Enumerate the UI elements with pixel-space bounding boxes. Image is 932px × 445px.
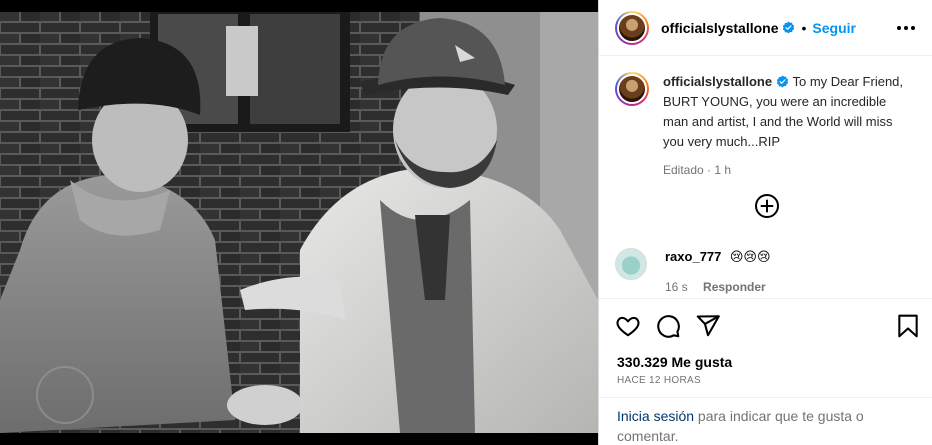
- photo-two-men: [0, 0, 598, 445]
- author-avatar[interactable]: [615, 10, 649, 45]
- post-image[interactable]: [0, 0, 598, 445]
- likes-count[interactable]: 330.329 Me gusta: [617, 354, 732, 370]
- separator-dot: •: [801, 19, 807, 36]
- post-header: officialslystallone • Seguir: [599, 0, 932, 56]
- verified-badge-icon: [782, 21, 795, 34]
- comment-text: 😢😢😢: [729, 249, 771, 264]
- caption-avatar[interactable]: [615, 72, 649, 106]
- post-side-panel: officialslystallone • Seguir officialsly…: [598, 0, 932, 445]
- add-comment-icon[interactable]: [754, 193, 780, 219]
- follow-button[interactable]: Seguir: [812, 20, 856, 36]
- reply-button[interactable]: Responder: [703, 280, 766, 294]
- comment-item: raxo_777 😢😢😢 16 s Responder: [615, 248, 771, 294]
- post-caption: officialslystallone To my Dear Friend, B…: [599, 56, 932, 180]
- commenter-username[interactable]: raxo_777: [665, 249, 721, 264]
- share-icon[interactable]: [695, 313, 721, 339]
- post-timestamp[interactable]: HACE 12 HORAS: [617, 375, 701, 386]
- commenter-avatar[interactable]: [615, 248, 647, 280]
- heart-icon[interactable]: [615, 313, 641, 339]
- comment-icon[interactable]: [655, 313, 681, 339]
- divider: [599, 397, 932, 398]
- author-username[interactable]: officialslystallone: [661, 20, 778, 36]
- verified-badge-icon: [776, 75, 789, 88]
- bookmark-icon[interactable]: [895, 313, 921, 339]
- login-prompt: Inicia sesión para indicar que te gusta …: [617, 406, 917, 445]
- divider: [599, 298, 932, 299]
- login-link[interactable]: Inicia sesión: [617, 408, 694, 424]
- comment-age: 16 s: [665, 280, 688, 294]
- caption-meta: Editado · 1 h: [663, 163, 732, 177]
- more-options-icon[interactable]: [896, 25, 916, 31]
- action-bar: [615, 313, 918, 339]
- caption-username[interactable]: officialslystallone: [663, 74, 772, 89]
